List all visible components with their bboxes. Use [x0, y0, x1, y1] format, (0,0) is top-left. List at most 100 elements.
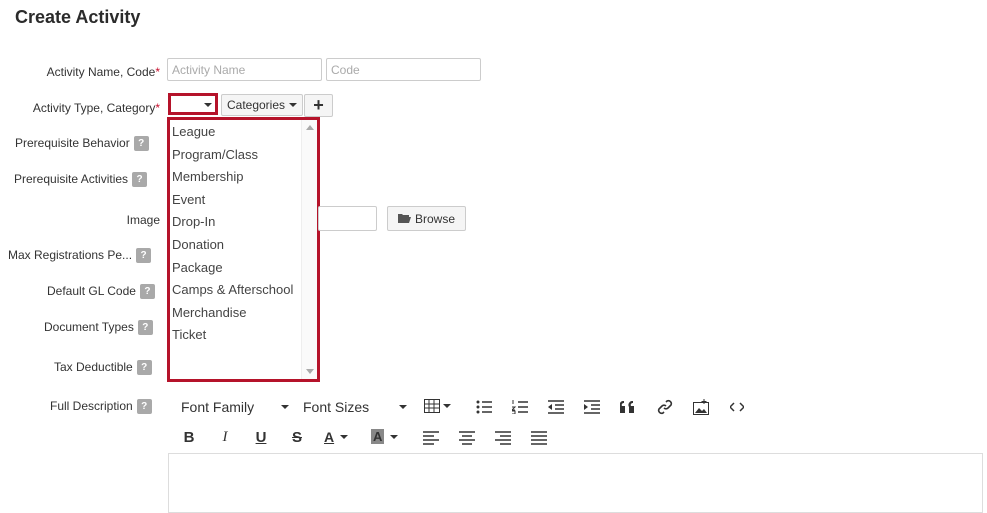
align-right-button[interactable]: [493, 429, 513, 447]
activity-type-category-label: Activity Type, Category*: [0, 101, 160, 115]
activity-code-input[interactable]: [326, 58, 481, 81]
justify-button[interactable]: [529, 429, 549, 447]
default-gl-code-label: Default GL Code?: [47, 284, 155, 300]
code-icon: [730, 402, 744, 412]
categories-dropdown-button[interactable]: Categories: [221, 94, 303, 116]
activity-type-option[interactable]: Membership: [172, 167, 317, 190]
categories-label: Categories: [226, 98, 286, 112]
add-category-button[interactable]: +: [304, 94, 333, 117]
align-center-button[interactable]: [457, 429, 477, 447]
image-path-input[interactable]: [318, 206, 377, 231]
font-color-icon: A: [324, 429, 335, 445]
chevron-down-icon: [390, 434, 399, 439]
full-description-label: Full Description?: [50, 399, 152, 415]
required-mark: *: [155, 101, 160, 115]
required-mark: *: [155, 65, 160, 79]
activity-type-option[interactable]: Drop-In: [172, 212, 317, 235]
align-right-icon: [495, 431, 511, 445]
activity-type-option[interactable]: Merchandise: [172, 303, 317, 326]
scroll-down-icon[interactable]: [306, 369, 314, 374]
folder-open-icon: [397, 214, 411, 223]
max-registrations-label: Max Registrations Pe...?: [8, 248, 152, 264]
activity-type-option[interactable]: Program/Class: [172, 145, 317, 168]
background-color-button[interactable]: A: [371, 429, 399, 444]
browse-button[interactable]: Browse: [387, 206, 466, 231]
outdent-icon: [548, 400, 564, 414]
bullet-list-icon: [476, 400, 492, 414]
help-icon[interactable]: ?: [132, 172, 148, 188]
font-family-label: Font Family: [181, 399, 255, 415]
activity-type-dropdown-list[interactable]: League Program/Class Membership Event Dr…: [167, 117, 320, 382]
document-types-label-text: Document Types: [44, 320, 134, 334]
help-icon[interactable]: ?: [139, 284, 155, 300]
activity-name-code-label-text: Activity Name, Code: [46, 65, 156, 79]
activity-type-select[interactable]: [168, 93, 218, 115]
prerequisite-behavior-label-text: Prerequisite Behavior: [15, 136, 130, 150]
activity-type-option[interactable]: Event: [172, 190, 317, 213]
tax-deductible-label: Tax Deductible?: [54, 360, 152, 376]
italic-button[interactable]: I: [215, 428, 235, 446]
activity-type-option[interactable]: Donation: [172, 235, 317, 258]
help-icon[interactable]: ?: [133, 136, 149, 152]
max-registrations-label-text: Max Registrations Pe...: [8, 248, 133, 262]
outdent-button[interactable]: [546, 398, 566, 416]
numbered-list-button[interactable]: [510, 398, 530, 416]
bold-button[interactable]: B: [179, 428, 199, 446]
table-button[interactable]: [424, 399, 451, 413]
font-sizes-select[interactable]: Font Sizes: [303, 399, 407, 415]
blockquote-button[interactable]: [618, 398, 638, 416]
link-icon: [657, 399, 673, 415]
help-icon[interactable]: ?: [137, 320, 153, 336]
background-color-icon: A: [371, 429, 385, 444]
chevron-down-icon: [340, 435, 349, 439]
indent-button[interactable]: [582, 398, 602, 416]
image-label: Image: [126, 213, 160, 227]
align-justify-icon: [531, 431, 547, 445]
default-gl-code-label-text: Default GL Code: [47, 284, 136, 298]
align-left-button[interactable]: [421, 429, 441, 447]
chevron-down-icon: [204, 103, 212, 107]
dropdown-scrollbar[interactable]: [301, 120, 317, 379]
activity-type-option[interactable]: League: [172, 122, 317, 145]
bullet-list-button[interactable]: [474, 398, 494, 416]
numbered-list-icon: [512, 400, 528, 414]
code-view-button[interactable]: [727, 398, 747, 416]
quote-icon: [620, 401, 634, 413]
activity-type-option[interactable]: Camps & Afterschool: [172, 280, 317, 303]
activity-type-option[interactable]: Ticket: [172, 325, 317, 348]
scroll-up-icon[interactable]: [306, 125, 314, 130]
indent-icon: [584, 400, 600, 414]
page-title: Create Activity: [15, 7, 141, 27]
insert-link-button[interactable]: [655, 398, 675, 416]
chevron-down-icon: [281, 405, 289, 409]
chevron-down-icon: [443, 404, 451, 408]
full-description-label-text: Full Description: [50, 399, 133, 413]
prerequisite-activities-label: Prerequisite Activities?: [14, 172, 148, 188]
activity-name-code-label: Activity Name, Code*: [0, 65, 160, 79]
font-color-button[interactable]: A: [324, 429, 349, 445]
underline-button[interactable]: U: [251, 428, 271, 446]
chevron-down-icon: [399, 405, 407, 409]
description-editor-area[interactable]: [168, 453, 983, 513]
table-icon: [424, 399, 440, 413]
insert-image-button[interactable]: [691, 398, 711, 416]
align-left-icon: [423, 431, 439, 445]
activity-type-option[interactable]: Package: [172, 258, 317, 281]
image-icon: [693, 399, 709, 415]
prerequisite-activities-label-text: Prerequisite Activities: [14, 172, 129, 186]
activity-type-category-label-text: Activity Type, Category: [32, 101, 156, 115]
prerequisite-behavior-label: Prerequisite Behavior?: [15, 136, 149, 152]
browse-label: Browse: [414, 211, 455, 226]
chevron-down-icon: [289, 103, 298, 107]
tax-deductible-label-text: Tax Deductible: [54, 360, 133, 374]
font-sizes-label: Font Sizes: [303, 399, 370, 415]
strikethrough-button[interactable]: S: [287, 428, 307, 446]
help-icon[interactable]: ?: [136, 248, 152, 264]
plus-icon: +: [313, 95, 324, 115]
font-family-select[interactable]: Font Family: [181, 399, 289, 415]
align-center-icon: [459, 431, 475, 445]
help-icon[interactable]: ?: [136, 360, 152, 376]
document-types-label: Document Types?: [44, 320, 153, 336]
activity-name-input[interactable]: [167, 58, 322, 81]
help-icon[interactable]: ?: [136, 399, 152, 415]
